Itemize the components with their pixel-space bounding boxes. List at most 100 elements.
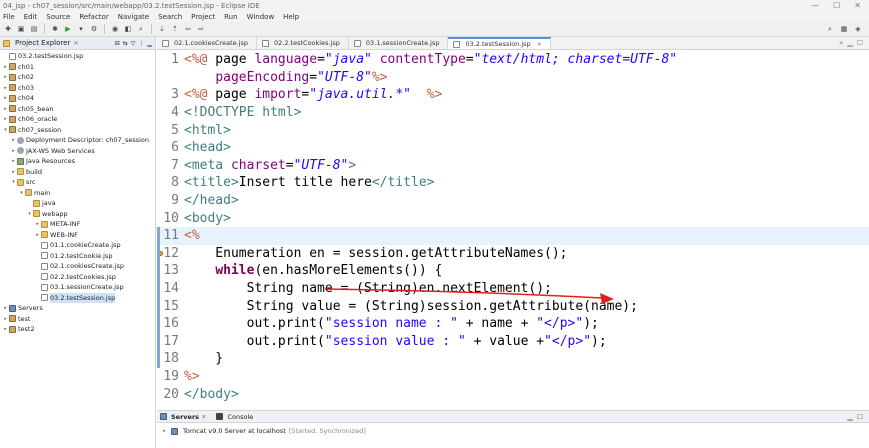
code-line[interactable]: 16 out.print("session name : " + name + … <box>157 315 869 333</box>
project-explorer-tab[interactable]: Project Explorer ✕ ⊟ ⇆ ▽ ⋮ ▁ <box>0 37 155 50</box>
expand-arrow-icon[interactable]: ▸ <box>10 146 17 157</box>
link-editor-icon[interactable]: ⇆ <box>123 40 128 47</box>
tree-item[interactable]: 01.2.testCookie.jsp <box>0 251 155 262</box>
tab-console[interactable]: Console <box>216 413 253 421</box>
tree-item[interactable]: ▾ ch07_session <box>0 125 155 136</box>
menu-item-edit[interactable]: Edit <box>24 13 38 21</box>
code-line[interactable]: 9 </head> <box>157 192 869 210</box>
server-row[interactable]: ▸ Tomcat v9.0 Server at localhost [Start… <box>157 423 869 435</box>
new-java-class-icon[interactable]: ◉ <box>110 24 120 34</box>
tree-item[interactable]: java <box>0 198 155 209</box>
code-line[interactable]: 12 Enumeration en = session.getAttribute… <box>157 245 869 263</box>
tree-item[interactable]: 02.2.testCookies.jsp <box>0 272 155 283</box>
previous-annotation-icon[interactable]: ⇡ <box>170 24 180 34</box>
expand-arrow-icon[interactable]: ▸ <box>2 314 9 325</box>
tree-item[interactable]: ▸ test2 <box>0 324 155 335</box>
expand-arrow-icon[interactable]: ▸ <box>2 83 9 94</box>
search-icon[interactable]: ⌕ <box>825 24 835 34</box>
expand-arrow-icon[interactable]: ▸ <box>2 104 9 115</box>
maximize-icon[interactable]: ☐ <box>857 413 863 421</box>
tree-item[interactable]: ▸ ch04 <box>0 93 155 104</box>
tree-item[interactable]: ▸ ch05_bean <box>0 104 155 115</box>
expand-arrow-icon[interactable]: ▸ <box>10 135 17 146</box>
back-icon[interactable]: ⇦ <box>183 24 193 34</box>
tree-item[interactable]: ▸ test <box>0 314 155 325</box>
tree-item[interactable]: ▸ WEB-INF <box>0 230 155 241</box>
expand-arrow-icon[interactable]: ▸ <box>2 62 9 73</box>
editor-tab[interactable]: 02.2.testCookies.jsp <box>257 37 349 49</box>
expand-arrow-icon[interactable]: ▸ <box>2 72 9 83</box>
forward-icon[interactable]: ⇨ <box>196 24 206 34</box>
close-icon[interactable]: ✕ <box>201 413 206 421</box>
code-line[interactable]: 18 } <box>157 350 869 368</box>
print-icon[interactable]: ▤ <box>29 24 39 34</box>
minimize-icon[interactable]: ▁ <box>847 413 852 421</box>
code-line[interactable]: 7 <meta charset="UTF-8"> <box>157 157 869 175</box>
code-line[interactable]: 4 <!DOCTYPE html> <box>157 104 869 122</box>
run-icon[interactable]: ▶ <box>63 24 73 34</box>
code-editor[interactable]: 1 <%@ page language="java" contentType="t… <box>157 50 869 410</box>
editor-tab[interactable]: 02.1.cookiesCreate.jsp <box>157 37 258 49</box>
close-button[interactable]: ✕ <box>854 1 861 10</box>
code-line[interactable]: 5 <html> <box>157 121 869 139</box>
tree-item[interactable]: ▸ Deployment Descriptor: ch07_session <box>0 135 155 146</box>
tree-item[interactable]: ▸ build <box>0 167 155 178</box>
tree-item[interactable]: 03.1.sessionCreate.jsp <box>0 282 155 293</box>
open-type-icon[interactable]: ◧ <box>123 24 133 34</box>
debug-icon[interactable]: ✱ <box>50 24 60 34</box>
perspective-icon[interactable]: ▦ <box>839 24 849 34</box>
code-line[interactable]: 10 <body> <box>157 209 869 227</box>
tree-item[interactable]: ▸ ch06_oracle <box>0 114 155 125</box>
tab-servers[interactable]: Servers ✕ <box>160 413 206 421</box>
tree-item[interactable]: ▸ Java Resources <box>0 156 155 167</box>
editor-tab[interactable]: 03.2.testSession.jsp ✕ <box>448 37 551 49</box>
collapse-all-icon[interactable]: ⊟ <box>115 40 120 47</box>
search-icon[interactable]: ⌕ <box>136 24 146 34</box>
tree-item[interactable]: 03.2.testSession.jsp <box>0 51 155 62</box>
view-menu-icon[interactable]: ⋮ <box>138 40 144 47</box>
code-line[interactable]: 17 out.print("session value : " + value … <box>157 333 869 351</box>
menu-item-navigate[interactable]: Navigate <box>118 13 149 21</box>
next-annotation-icon[interactable]: ⇣ <box>157 24 167 34</box>
menu-item-project[interactable]: Project <box>191 13 215 21</box>
expand-arrow-icon[interactable]: ▸ <box>10 167 17 178</box>
tree-item[interactable]: 02.1.cookiesCreate.jsp <box>0 261 155 272</box>
code-line[interactable]: 1 <%@ page language="java" contentType="t… <box>157 51 869 69</box>
tree-item[interactable]: 01.1.cookieCreate.jsp <box>0 240 155 251</box>
code-line[interactable]: 11 <% <box>157 227 869 245</box>
expand-arrow-icon[interactable]: ▾ <box>10 177 17 188</box>
overflow-icon[interactable]: » <box>839 39 843 47</box>
code-line[interactable]: 14 String name = (String)en.nextElement(… <box>157 280 869 298</box>
menu-item-help[interactable]: Help <box>283 13 299 21</box>
tree-item[interactable]: ▸ Servers <box>0 303 155 314</box>
tree-item[interactable]: ▸ META-INF <box>0 219 155 230</box>
expand-arrow-icon[interactable]: ▸ <box>2 93 9 104</box>
expand-arrow-icon[interactable]: ▸ <box>161 428 168 434</box>
tree-item[interactable]: ▸ ch01 <box>0 62 155 73</box>
minimize-icon[interactable]: ▁ <box>847 39 852 47</box>
expand-arrow-icon[interactable]: ▸ <box>2 114 9 125</box>
menu-item-source[interactable]: Source <box>46 13 70 21</box>
dropdown-icon[interactable]: ▾ <box>76 24 86 34</box>
tree-item[interactable]: ▾ main <box>0 188 155 199</box>
expand-arrow-icon[interactable]: ▾ <box>18 188 25 199</box>
expand-arrow-icon[interactable]: ▾ <box>26 209 33 220</box>
external-tools-icon[interactable]: ⚙ <box>89 24 99 34</box>
expand-arrow-icon[interactable]: ▸ <box>2 324 9 335</box>
code-line[interactable]: 13 while(en.hasMoreElements()) { <box>157 262 869 280</box>
menu-item-file[interactable]: File <box>3 13 15 21</box>
code-line[interactable]: 3 <%@ page import="java.util.*" %> <box>157 86 869 104</box>
expand-arrow-icon[interactable]: ▸ <box>34 219 41 230</box>
expand-arrow-icon[interactable]: ▸ <box>10 156 17 167</box>
tree-item[interactable]: 03.2.testSession.jsp <box>0 292 155 303</box>
menu-item-search[interactable]: Search <box>158 13 182 21</box>
code-line[interactable]: 20 </body> <box>157 385 869 403</box>
save-icon[interactable]: ▣ <box>16 24 26 34</box>
tree-item[interactable]: ▸ ch03 <box>0 83 155 94</box>
menu-item-run[interactable]: Run <box>224 13 237 21</box>
code-line[interactable]: 15 String value = (String)session.getAtt… <box>157 297 869 315</box>
filter-icon[interactable]: ▽ <box>131 40 136 47</box>
code-line[interactable]: 8 <title>Insert title here</title> <box>157 174 869 192</box>
tree-item[interactable]: ▾ src <box>0 177 155 188</box>
tree-item[interactable]: ▾ webapp <box>0 209 155 220</box>
